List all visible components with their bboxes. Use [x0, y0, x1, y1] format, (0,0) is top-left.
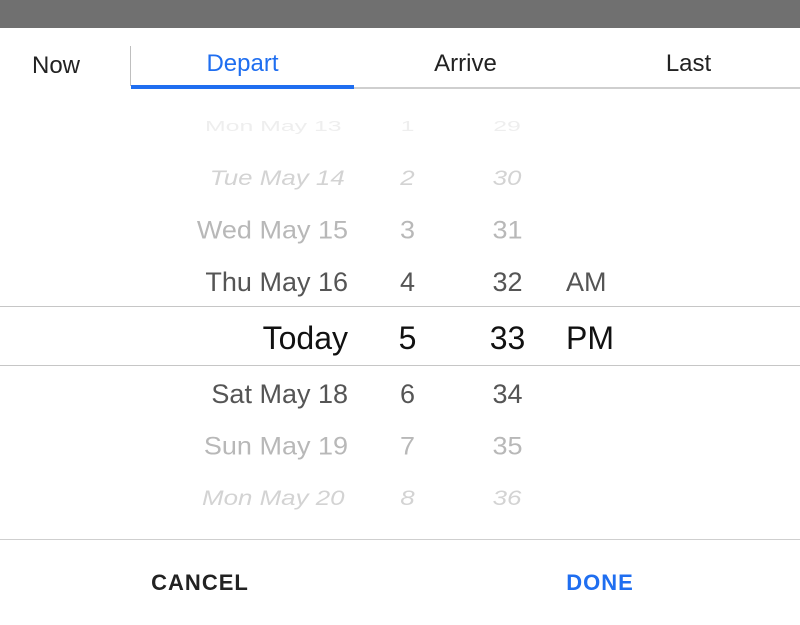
hour-selected[interactable]: 5 [399, 308, 417, 368]
hour-option[interactable]: 8 [400, 478, 414, 515]
minute-wheel[interactable]: 29 30 31 32 33 34 35 36 37 [455, 96, 560, 515]
minute-option[interactable]: 32 [492, 256, 522, 308]
date-wheel[interactable]: Mon May 13 Tue May 14 Wed May 15 Thu May… [40, 96, 360, 515]
date-option[interactable]: Thu May 16 [205, 256, 348, 308]
tab-last[interactable]: Last [577, 43, 800, 89]
minute-option[interactable]: 34 [492, 368, 522, 420]
minute-option[interactable]: 35 [492, 422, 522, 470]
tab-now[interactable]: Now [0, 43, 130, 89]
ampm-wheel[interactable]: AM PM [560, 96, 660, 515]
date-option[interactable]: Sat May 18 [211, 368, 348, 420]
date-option[interactable]: Wed May 15 [197, 206, 348, 254]
date-option[interactable]: Tue May 14 [210, 158, 345, 199]
hour-wheel[interactable]: 1 2 3 4 5 6 7 8 9 [360, 96, 455, 515]
minute-option[interactable]: 29 [494, 112, 522, 141]
date-option[interactable]: Mon May 20 [202, 478, 345, 515]
date-selected[interactable]: Today [263, 308, 348, 368]
dimmed-backdrop [0, 0, 800, 28]
hour-option[interactable]: 4 [400, 256, 415, 308]
hour-option[interactable]: 6 [400, 368, 415, 420]
action-buttons: CANCEL DONE [0, 539, 800, 625]
hour-option[interactable]: 7 [400, 422, 415, 470]
hour-option[interactable]: 1 [401, 112, 415, 141]
tab-depart[interactable]: Depart [131, 43, 354, 89]
tab-arrive[interactable]: Arrive [354, 43, 577, 89]
hour-option[interactable]: 3 [400, 206, 415, 254]
picker: Mon May 13 Tue May 14 Wed May 15 Thu May… [0, 96, 800, 515]
date-option[interactable]: Mon May 13 [205, 112, 342, 141]
mode-tabs: Now Depart Arrive Last [0, 28, 800, 96]
hour-option[interactable]: 2 [400, 158, 414, 199]
minute-selected[interactable]: 33 [490, 308, 526, 368]
ampm-selected[interactable]: PM [566, 308, 614, 368]
done-button[interactable]: DONE [400, 540, 800, 625]
minute-option[interactable]: 31 [492, 206, 522, 254]
date-option[interactable]: Sun May 19 [204, 422, 348, 470]
datetime-picker-sheet: Now Depart Arrive Last Mon May 13 Tue Ma… [0, 0, 800, 625]
minute-option[interactable]: 30 [493, 158, 522, 199]
cancel-button[interactable]: CANCEL [0, 540, 400, 625]
ampm-option[interactable]: AM [566, 256, 607, 308]
minute-option[interactable]: 36 [493, 478, 522, 515]
